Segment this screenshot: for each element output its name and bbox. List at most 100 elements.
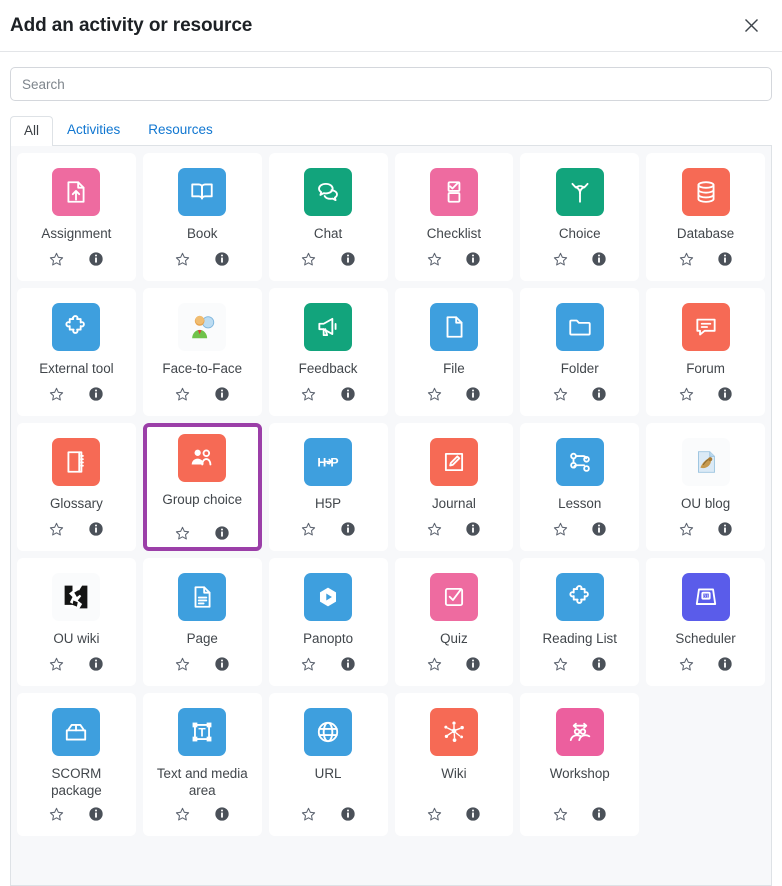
star-outline-icon[interactable] bbox=[300, 251, 317, 268]
star-outline-icon[interactable] bbox=[48, 806, 65, 823]
star-outline-icon[interactable] bbox=[300, 386, 317, 403]
megaphone-icon bbox=[304, 303, 353, 351]
star-outline-icon[interactable] bbox=[300, 656, 317, 673]
activity-card-forum[interactable]: Forum bbox=[646, 288, 765, 416]
activity-card-choice[interactable]: Choice bbox=[520, 153, 640, 281]
activity-card-actions bbox=[552, 249, 608, 269]
activity-card-label: Workshop bbox=[549, 766, 610, 781]
activity-card-checklist[interactable]: Checklist bbox=[394, 153, 514, 281]
info-circle-icon[interactable] bbox=[591, 656, 608, 673]
star-outline-icon[interactable] bbox=[174, 386, 191, 403]
activity-card-lesson[interactable]: Lesson bbox=[520, 423, 640, 551]
star-outline-icon[interactable] bbox=[678, 521, 695, 538]
activity-card-face-to-face[interactable]: Face-to-Face bbox=[142, 288, 262, 416]
h5p-icon: H-P bbox=[304, 438, 353, 486]
info-circle-icon[interactable] bbox=[465, 656, 482, 673]
file-icon bbox=[429, 303, 478, 351]
star-outline-icon[interactable] bbox=[678, 656, 695, 673]
info-circle-icon[interactable] bbox=[465, 521, 482, 538]
star-outline-icon[interactable] bbox=[48, 656, 65, 673]
activity-card-page[interactable]: Page bbox=[142, 558, 262, 686]
activity-card-assignment[interactable]: Assignment bbox=[17, 153, 136, 281]
activity-card-label: Database bbox=[676, 226, 735, 241]
info-circle-icon[interactable] bbox=[591, 806, 608, 823]
info-circle-icon[interactable] bbox=[87, 656, 104, 673]
star-outline-icon[interactable] bbox=[426, 521, 443, 538]
activity-card-wiki[interactable]: Wiki bbox=[394, 693, 514, 836]
info-circle-icon[interactable] bbox=[465, 386, 482, 403]
star-outline-icon[interactable] bbox=[678, 251, 695, 268]
activity-card-scheduler[interactable]: 31 Scheduler bbox=[646, 558, 765, 686]
star-outline-icon[interactable] bbox=[48, 251, 65, 268]
info-circle-icon[interactable] bbox=[339, 521, 356, 538]
info-circle-icon[interactable] bbox=[591, 521, 608, 538]
activity-card-glossary[interactable]: Glossary bbox=[17, 423, 136, 551]
activity-card-label: Choice bbox=[558, 226, 601, 241]
activity-card-panopto[interactable]: Panopto bbox=[268, 558, 388, 686]
info-circle-icon[interactable] bbox=[87, 521, 104, 538]
activity-card-chat[interactable]: Chat bbox=[268, 153, 388, 281]
info-circle-icon[interactable] bbox=[213, 656, 230, 673]
info-circle-icon[interactable] bbox=[717, 251, 734, 268]
star-outline-icon[interactable] bbox=[174, 656, 191, 673]
activity-card-group-choice[interactable]: Group choice bbox=[142, 423, 262, 551]
star-outline-icon[interactable] bbox=[48, 521, 65, 538]
activity-card-url[interactable]: URL bbox=[268, 693, 388, 836]
info-circle-icon[interactable] bbox=[591, 251, 608, 268]
activity-card-feedback[interactable]: Feedback bbox=[268, 288, 388, 416]
star-outline-icon[interactable] bbox=[552, 521, 569, 538]
info-circle-icon[interactable] bbox=[87, 386, 104, 403]
search-input[interactable] bbox=[10, 67, 772, 101]
star-outline-icon[interactable] bbox=[426, 656, 443, 673]
activity-card-file[interactable]: File bbox=[394, 288, 514, 416]
info-circle-icon[interactable] bbox=[591, 386, 608, 403]
star-outline-icon[interactable] bbox=[552, 386, 569, 403]
activity-card-workshop[interactable]: Workshop bbox=[520, 693, 640, 836]
info-circle-icon[interactable] bbox=[339, 656, 356, 673]
tab-activities[interactable]: Activities bbox=[53, 115, 134, 145]
info-circle-icon[interactable] bbox=[717, 656, 734, 673]
info-circle-icon[interactable] bbox=[339, 251, 356, 268]
star-outline-icon[interactable] bbox=[678, 386, 695, 403]
star-outline-icon[interactable] bbox=[300, 806, 317, 823]
star-outline-icon[interactable] bbox=[174, 251, 191, 268]
activity-card-database[interactable]: Database bbox=[646, 153, 765, 281]
info-circle-icon[interactable] bbox=[213, 525, 230, 542]
activity-card-book[interactable]: Book bbox=[142, 153, 262, 281]
info-circle-icon[interactable] bbox=[465, 251, 482, 268]
star-outline-icon[interactable] bbox=[174, 525, 191, 542]
info-circle-icon[interactable] bbox=[465, 806, 482, 823]
info-circle-icon[interactable] bbox=[213, 806, 230, 823]
activity-card-journal[interactable]: Journal bbox=[394, 423, 514, 551]
info-circle-icon[interactable] bbox=[717, 521, 734, 538]
star-outline-icon[interactable] bbox=[174, 806, 191, 823]
info-circle-icon[interactable] bbox=[213, 251, 230, 268]
close-icon[interactable] bbox=[738, 13, 764, 39]
star-outline-icon[interactable] bbox=[552, 806, 569, 823]
star-outline-icon[interactable] bbox=[426, 386, 443, 403]
tab-all[interactable]: All bbox=[10, 116, 54, 146]
star-outline-icon[interactable] bbox=[426, 251, 443, 268]
activity-card-ou-wiki[interactable]: OU wiki bbox=[17, 558, 136, 686]
star-outline-icon[interactable] bbox=[300, 521, 317, 538]
star-outline-icon[interactable] bbox=[426, 806, 443, 823]
star-outline-icon[interactable] bbox=[552, 251, 569, 268]
tab-resources[interactable]: Resources bbox=[134, 115, 227, 145]
info-circle-icon[interactable] bbox=[87, 806, 104, 823]
star-outline-icon[interactable] bbox=[48, 386, 65, 403]
info-circle-icon[interactable] bbox=[339, 386, 356, 403]
activity-card-actions bbox=[426, 654, 482, 674]
activity-card-text-and-media-area[interactable]: T Text and media area bbox=[142, 693, 262, 836]
info-circle-icon[interactable] bbox=[339, 806, 356, 823]
activity-card-reading-list[interactable]: Reading List bbox=[520, 558, 640, 686]
activity-card-ou-blog[interactable]: OU blog bbox=[646, 423, 765, 551]
activity-card-scorm-package[interactable]: SCORM package bbox=[17, 693, 136, 836]
info-circle-icon[interactable] bbox=[213, 386, 230, 403]
activity-card-folder[interactable]: Folder bbox=[520, 288, 640, 416]
star-outline-icon[interactable] bbox=[552, 656, 569, 673]
activity-card-quiz[interactable]: Quiz bbox=[394, 558, 514, 686]
info-circle-icon[interactable] bbox=[717, 386, 734, 403]
activity-card-h5p[interactable]: H-P H5P bbox=[268, 423, 388, 551]
activity-card-external-tool[interactable]: External tool bbox=[17, 288, 136, 416]
info-circle-icon[interactable] bbox=[87, 251, 104, 268]
